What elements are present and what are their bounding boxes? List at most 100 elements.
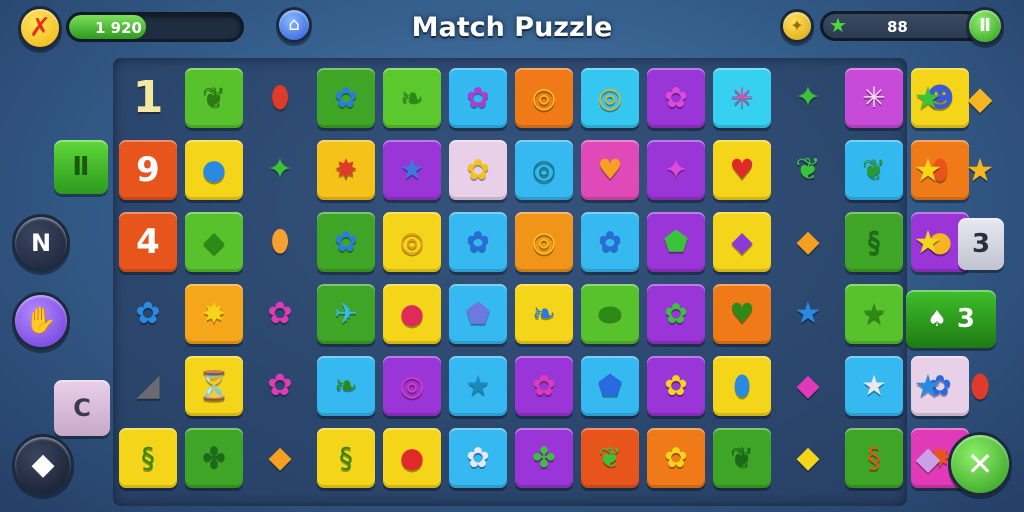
board-cell[interactable]: ❦	[578, 422, 642, 494]
puzzle-tile[interactable]: ✿	[647, 428, 705, 488]
board-cell[interactable]: ◆	[776, 422, 840, 494]
puzzle-tile[interactable]: ◆	[185, 212, 243, 272]
board-cell[interactable]: ✿	[446, 206, 510, 278]
board-cell[interactable]: ◎	[512, 62, 576, 134]
board-cell[interactable]: ✿	[644, 422, 708, 494]
side-gem-icon[interactable]: ★	[958, 140, 1002, 200]
puzzle-tile[interactable]: ⬟	[449, 284, 507, 344]
board-cell[interactable]: ★	[380, 134, 444, 206]
combo-button[interactable]: ♠ 3	[906, 290, 996, 348]
hammer-button[interactable]: ✗	[18, 6, 62, 50]
pause-button[interactable]: Ⅱ	[966, 7, 1004, 45]
board-cell[interactable]: ⬮	[710, 350, 774, 422]
loose-gem-icon[interactable]: ★	[795, 299, 822, 329]
puzzle-tile[interactable]: ⬟	[581, 356, 639, 416]
board-cell[interactable]: ✤	[512, 422, 576, 494]
loose-gem-icon[interactable]: ❦	[795, 155, 820, 185]
board-cell[interactable]: ✦	[644, 134, 708, 206]
loose-gem-icon[interactable]: ◆	[796, 443, 819, 473]
puzzle-tile[interactable]: §	[845, 428, 903, 488]
board-cell[interactable]: ✳	[842, 62, 906, 134]
loose-gem-icon[interactable]: ◆	[268, 443, 291, 473]
puzzle-tile[interactable]: ●	[383, 428, 441, 488]
board-cell[interactable]: ❧	[512, 278, 576, 350]
board-cell[interactable]: ★	[776, 278, 840, 350]
puzzle-tile[interactable]: ★	[845, 356, 903, 416]
side-gem-icon[interactable]: ★	[906, 356, 950, 416]
puzzle-tile[interactable]: ◎	[515, 212, 573, 272]
board-cell[interactable]: ✦	[248, 134, 312, 206]
puzzle-tile[interactable]: ✿	[449, 68, 507, 128]
puzzle-tile[interactable]: ✿	[581, 212, 639, 272]
board-cell[interactable]: ✿	[446, 62, 510, 134]
board-cell[interactable]: ✳	[710, 62, 774, 134]
north-button[interactable]: N	[12, 214, 70, 272]
board-cell[interactable]: ◆	[182, 206, 246, 278]
board-cell[interactable]: ⏳	[182, 350, 246, 422]
board-cell[interactable]: §	[314, 422, 378, 494]
puzzle-tile[interactable]: ⬟	[647, 212, 705, 272]
puzzle-tile[interactable]: ★	[449, 356, 507, 416]
board-cell[interactable]: ❧	[380, 62, 444, 134]
close-button[interactable]: ✕	[948, 432, 1012, 496]
pause-tile-button[interactable]: Ⅱ	[54, 140, 108, 194]
board-cell[interactable]: ✿	[446, 134, 510, 206]
board-cell[interactable]: 9	[116, 134, 180, 206]
board-cell[interactable]: ✤	[182, 422, 246, 494]
puzzle-tile[interactable]: §	[119, 428, 177, 488]
board-cell[interactable]: ◆	[776, 206, 840, 278]
three-badge-button[interactable]: 3	[958, 218, 1004, 270]
puzzle-tile[interactable]: ◎	[383, 212, 441, 272]
puzzle-tile[interactable]: ✿	[317, 68, 375, 128]
shop-button[interactable]: ⌂	[276, 7, 312, 43]
board-cell[interactable]: ●	[182, 134, 246, 206]
board-cell[interactable]: ❦	[710, 422, 774, 494]
puzzle-tile[interactable]: ❧	[317, 356, 375, 416]
board-cell[interactable]: ✿	[446, 422, 510, 494]
board-cell[interactable]: ◎	[512, 206, 576, 278]
puzzle-tile[interactable]: ✳	[845, 68, 903, 128]
puzzle-tile[interactable]: ✿	[515, 356, 573, 416]
puzzle-tile[interactable]: ◆	[713, 212, 771, 272]
board-cell[interactable]: ◎	[380, 350, 444, 422]
puzzle-tile[interactable]: ♥	[713, 284, 771, 344]
puzzle-tile[interactable]: ❧	[515, 284, 573, 344]
puzzle-tile[interactable]: ✿	[647, 356, 705, 416]
loose-gem-icon[interactable]: ◢	[136, 371, 159, 401]
loose-gem-icon[interactable]: ✦	[795, 83, 820, 113]
board-cell[interactable]: ♥	[578, 134, 642, 206]
board-cell[interactable]: ❧	[314, 350, 378, 422]
board-cell[interactable]: ✿	[314, 206, 378, 278]
puzzle-tile[interactable]: ✿	[449, 428, 507, 488]
board-cell[interactable]: ✸	[314, 134, 378, 206]
board-cell[interactable]: ✸	[182, 278, 246, 350]
board-cell[interactable]: ♥	[710, 278, 774, 350]
puzzle-tile[interactable]: ◎	[383, 356, 441, 416]
puzzle-tile[interactable]: ✿	[449, 212, 507, 272]
side-gem-icon[interactable]: ◆	[906, 428, 950, 488]
board-cell[interactable]: ★	[842, 350, 906, 422]
puzzle-tile[interactable]: §	[317, 428, 375, 488]
puzzle-tile[interactable]: ✸	[185, 284, 243, 344]
puzzle-tile[interactable]: ◎	[515, 140, 573, 200]
board-cell[interactable]: ⬬	[578, 278, 642, 350]
board-cell[interactable]: ★	[446, 350, 510, 422]
loose-gem-icon[interactable]: ✿	[267, 299, 292, 329]
puzzle-tile[interactable]: ✿	[647, 284, 705, 344]
board-cell[interactable]: ♥	[710, 134, 774, 206]
board-cell[interactable]: ✈	[314, 278, 378, 350]
side-gem-icon[interactable]: ★	[906, 68, 950, 128]
board-cell[interactable]: ◆	[248, 422, 312, 494]
hint-button[interactable]: ✋	[12, 292, 70, 350]
side-gem-icon[interactable]: ★	[906, 212, 950, 272]
board-cell[interactable]: ⬮	[248, 206, 312, 278]
puzzle-tile[interactable]: ❦	[713, 428, 771, 488]
board-cell[interactable]: ◎	[512, 134, 576, 206]
puzzle-tile[interactable]: ●	[383, 284, 441, 344]
board-cell[interactable]: ●	[380, 278, 444, 350]
loose-gem-icon[interactable]: ◆	[796, 371, 819, 401]
board-cell[interactable]: ✿	[314, 62, 378, 134]
undo-button[interactable]: C	[54, 380, 110, 436]
board-cell[interactable]: ✿	[644, 350, 708, 422]
puzzle-tile[interactable]: ✤	[515, 428, 573, 488]
